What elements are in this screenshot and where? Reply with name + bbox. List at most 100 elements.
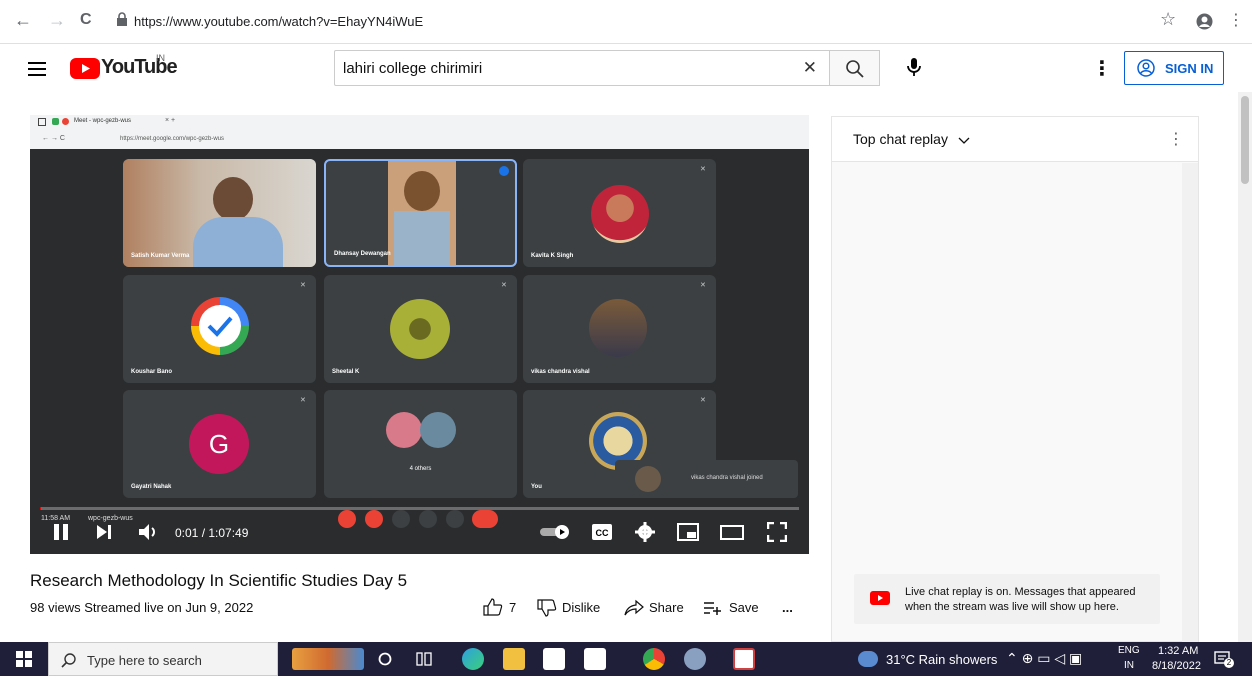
search-box[interactable]: ✕	[334, 50, 830, 86]
cortana-icon[interactable]	[378, 652, 392, 666]
file-explorer-icon[interactable]	[503, 648, 525, 670]
url-text: https://www.youtube.com/watch?v=EhayYN4i…	[134, 14, 424, 29]
chevron-down-icon[interactable]	[958, 137, 970, 145]
chat-scrollbar[interactable]	[1182, 163, 1198, 643]
pause-icon[interactable]	[53, 523, 69, 541]
clear-search-icon[interactable]: ✕	[803, 58, 817, 78]
share-icon	[624, 599, 644, 616]
language-bottom[interactable]: IN	[1124, 660, 1134, 671]
clock-date[interactable]: 8/18/2022	[1152, 660, 1201, 672]
video-title: Research Methodology In Scientific Studi…	[30, 571, 408, 590]
windows-taskbar: Type here to search 31°C Rain showers ⌃ …	[0, 642, 1252, 676]
participant-name: You	[531, 484, 542, 490]
logo-region: IN	[156, 53, 165, 63]
reload-icon[interactable]: C	[80, 11, 92, 29]
theater-mode-icon[interactable]	[720, 523, 744, 541]
clock-time[interactable]: 1:32 AM	[1158, 645, 1198, 657]
video-meta: 98 views Streamed live on Jun 9, 2022	[30, 600, 254, 615]
participant-tile: ✕ Kavita K Singh	[523, 159, 716, 267]
notification-center-button[interactable]: 2	[1214, 650, 1234, 668]
captured-more-icon	[446, 510, 464, 528]
more-actions-button[interactable]: ...	[782, 600, 793, 620]
participant-name: Sheetal K	[332, 369, 360, 375]
account-icon	[1137, 59, 1155, 77]
video-player[interactable]: Meet - wpc-gezb-wus × + ← → C https://me…	[30, 115, 809, 554]
bookmark-star-icon[interactable]: ☆	[1160, 9, 1176, 30]
back-icon[interactable]: ←	[14, 10, 32, 31]
muted-mic-icon: ✕	[300, 282, 306, 289]
logo-text: YouTube	[101, 56, 178, 78]
dislike-label: Dislike	[562, 600, 601, 615]
weather-icon[interactable]	[858, 651, 878, 667]
windows-start-icon[interactable]	[16, 651, 32, 667]
notice-line-1: Live chat replay is on. Messages that ap…	[905, 586, 1136, 598]
participant-avatar	[591, 185, 649, 243]
captured-browser-bar: Meet - wpc-gezb-wus × + ← → C https://me…	[30, 115, 809, 149]
search-icon	[846, 60, 864, 78]
muted-mic-icon: ✕	[700, 397, 706, 404]
address-bar[interactable]: https://www.youtube.com/watch?v=EhayYN4i…	[108, 6, 1208, 36]
mail-icon[interactable]	[584, 648, 606, 670]
search-highlight-icon[interactable]	[292, 648, 364, 670]
thumbs-down-icon	[537, 599, 557, 617]
browser-toolbar: ← → C https://www.youtube.com/watch?v=Eh…	[0, 0, 1252, 44]
menu-icon[interactable]	[28, 58, 46, 80]
participant-name: Satish Kumar Verma	[131, 253, 190, 259]
settings-more-icon[interactable]: ⋮	[1092, 56, 1112, 81]
page-scrollbar-thumb[interactable]	[1241, 96, 1249, 184]
participant-tile-active: Dhansay Dewangan	[324, 159, 517, 267]
edge-icon[interactable]	[462, 648, 484, 670]
progress-fill	[40, 507, 41, 510]
meet-code: wpc-gezb-wus	[88, 515, 133, 522]
next-icon[interactable]	[96, 524, 112, 540]
participant-tile-others: 4 others	[324, 390, 517, 498]
taskbar-search-box[interactable]: Type here to search	[48, 642, 278, 676]
participant-avatar	[420, 412, 456, 448]
share-label: Share	[649, 600, 684, 615]
volume-icon[interactable]	[138, 523, 160, 541]
paint-icon[interactable]	[684, 648, 706, 670]
muted-mic-icon: ✕	[501, 282, 507, 289]
forward-icon[interactable]: →	[48, 10, 66, 31]
task-view-icon[interactable]	[416, 651, 432, 667]
chat-replay-notice: Live chat replay is on. Messages that ap…	[854, 574, 1160, 624]
weather-text[interactable]: 31°C Rain showers	[886, 652, 997, 667]
store-icon[interactable]	[543, 648, 565, 670]
microphone-icon	[907, 58, 921, 76]
participant-avatar	[386, 412, 422, 448]
taskbar-search-placeholder: Type here to search	[87, 653, 202, 668]
chat-header: Top chat replay ⋮	[832, 117, 1198, 162]
checkmark-icon	[207, 316, 233, 337]
profile-icon[interactable]	[1196, 13, 1213, 30]
participant-name: Dhansay Dewangan	[334, 251, 391, 257]
progress-bar[interactable]	[40, 507, 799, 510]
search-input[interactable]	[335, 51, 775, 85]
lock-icon	[117, 12, 127, 26]
voice-search-button[interactable]	[896, 50, 932, 86]
captured-tab-close-icon: × +	[165, 117, 176, 124]
participant-avatar	[390, 299, 450, 359]
notice-line-2: when the stream was live will show up he…	[905, 601, 1119, 613]
chat-mode-label[interactable]: Top chat replay	[853, 131, 948, 147]
miniplayer-icon[interactable]	[677, 523, 699, 541]
chrome-icon[interactable]	[643, 648, 665, 670]
svg-text:CC: CC	[596, 528, 609, 538]
captions-icon[interactable]: CC	[591, 523, 613, 541]
settings-gear-icon[interactable]	[635, 522, 655, 542]
captured-record-icon	[62, 118, 69, 125]
captured-hangup-icon	[472, 510, 498, 528]
captured-camera-off-icon	[365, 510, 383, 528]
captured-window-icon	[38, 118, 46, 126]
language-top[interactable]: ENG	[1118, 645, 1140, 656]
browser-menu-icon[interactable]: ⋮	[1228, 10, 1244, 30]
snipping-tool-icon[interactable]	[733, 648, 755, 670]
autoplay-toggle-icon[interactable]	[540, 525, 570, 539]
join-notification: vikas chandra vishal joined	[615, 460, 798, 498]
chat-more-icon[interactable]: ⋮	[1168, 129, 1184, 149]
fullscreen-icon[interactable]	[767, 522, 787, 542]
search-button[interactable]	[830, 50, 880, 86]
youtube-header: YouTube IN ✕ ⋮ SIGN IN	[0, 44, 1252, 92]
like-count: 7	[509, 600, 517, 615]
system-tray-icons[interactable]: ⌃ ⊕ ▭ ◁ ▣	[1006, 650, 1082, 667]
sign-in-button[interactable]: SIGN IN	[1124, 51, 1224, 85]
